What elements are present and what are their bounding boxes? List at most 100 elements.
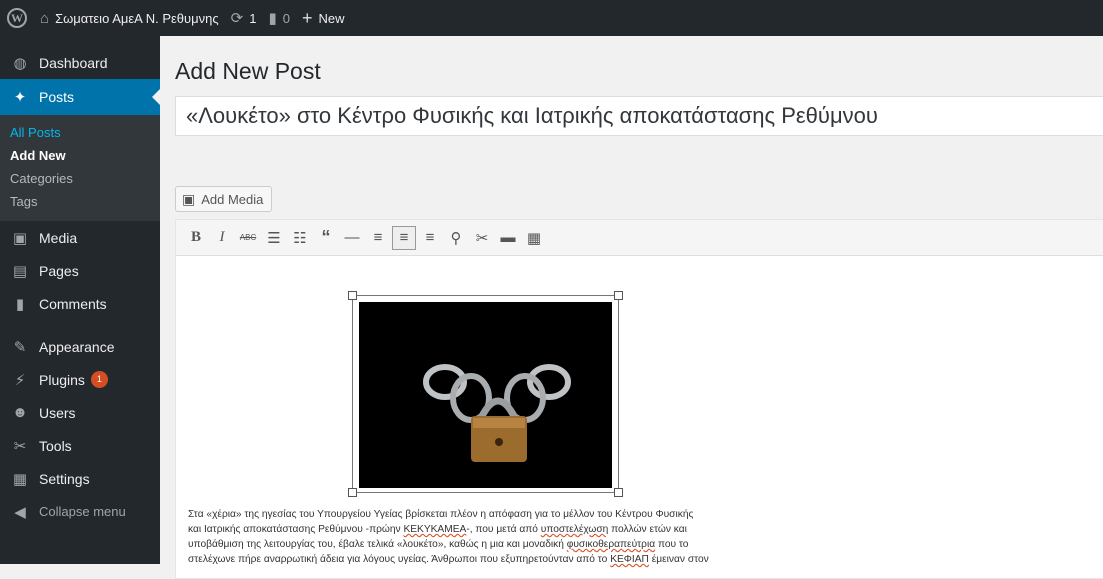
misspelled-word: ΚΕΚΥΚΑΜΕΑ <box>403 524 467 535</box>
pages-icon: ▤ <box>12 262 28 280</box>
wordpress-logo-icon[interactable]: W <box>0 0 34 36</box>
sidebar-item-dashboard[interactable]: ◍ Dashboard <box>0 46 160 79</box>
resize-handle[interactable] <box>348 291 357 300</box>
sidebar-item-label: Pages <box>39 262 79 279</box>
sidebar-item-label: Tools <box>39 437 72 454</box>
collapse-label: Collapse menu <box>39 504 126 519</box>
page-title: Add New Post <box>175 58 321 84</box>
strikethrough-button[interactable]: ABC <box>236 226 260 250</box>
text-run: -, που μετά από <box>466 524 541 535</box>
resize-handle[interactable] <box>614 291 623 300</box>
text-run: υποβάθμιση της λειτουργίας του, έβαλε τε… <box>188 539 567 550</box>
submenu-tags[interactable]: Tags <box>0 190 160 213</box>
admin-sidebar: ◍ Dashboard ✦ Posts All Posts Add New Cate… <box>0 36 160 564</box>
sidebar-item-posts[interactable]: ✦ Posts <box>0 79 160 115</box>
site-name: Σωματειο ΑμεΑ Ν. Ρεθυμνης <box>55 10 219 26</box>
padlock-chain-image <box>359 302 612 488</box>
align-left-button[interactable]: ≡ <box>366 226 390 250</box>
main-content: Add New Post «Λουκέτο» στο Κέντρο Φυσική… <box>160 36 1103 579</box>
sidebar-item-label: Comments <box>39 295 107 312</box>
align-right-button[interactable]: ≡ <box>418 226 442 250</box>
sidebar-item-tools[interactable]: ✂ Tools <box>0 429 160 462</box>
new-content-link[interactable]: + New <box>296 0 351 36</box>
sidebar-item-media[interactable]: ▣ Media <box>0 221 160 254</box>
comments-link[interactable]: ▮ 0 <box>262 0 296 36</box>
bulleted-list-button[interactable]: ☰ <box>262 226 286 250</box>
toolbar-toggle-button[interactable]: ▦ <box>522 226 546 250</box>
sidebar-item-plugins[interactable]: ⚡ Plugins 1 <box>0 363 160 396</box>
sidebar-item-label: Appearance <box>39 338 115 355</box>
sidebar-item-label: Settings <box>39 470 90 487</box>
updates-count: 1 <box>249 10 257 26</box>
sidebar-item-label: Posts <box>39 89 75 105</box>
selected-image[interactable] <box>348 291 623 497</box>
read-more-button[interactable]: ▬ <box>496 226 520 250</box>
plus-icon: + <box>301 7 313 28</box>
horizontal-line-button[interactable]: — <box>340 226 364 250</box>
admin-bar: W ⌂ Σωματειο ΑμεΑ Ν. Ρεθυμνης ⟳ 1 ▮ 0 + … <box>0 0 1103 36</box>
media-icon: ▣ <box>12 229 28 247</box>
updates-link[interactable]: ⟳ 1 <box>225 0 263 36</box>
sidebar-item-label: Media <box>39 229 78 246</box>
settings-icon: ▦ <box>12 470 28 488</box>
plug-icon: ⚡ <box>14 371 26 389</box>
sidebar-item-settings[interactable]: ▦ Settings <box>0 462 160 495</box>
bold-button[interactable]: B <box>184 226 208 250</box>
post-title-input[interactable]: «Λουκέτο» στο Κέντρο Φυσικής και Ιατρική… <box>175 96 1103 136</box>
text-run: πολλών ετών και <box>608 524 687 535</box>
submenu-all-posts[interactable]: All Posts <box>0 121 160 144</box>
sidebar-item-label: Users <box>39 404 76 421</box>
sidebar-item-users[interactable]: ☻ Users <box>0 396 160 429</box>
body-line: και Ιατρικής αποκατάστασης Ρεθύμνου -πρώ… <box>188 522 828 537</box>
resize-handle[interactable] <box>348 488 357 497</box>
body-line: Στα «χέρια» της ηγεσίας του Υπουργείου Υ… <box>188 509 694 520</box>
collapse-arrow-icon: ◀ <box>14 503 26 521</box>
submenu-add-new[interactable]: Add New <box>0 144 160 167</box>
editor-toolbar: B I ABC ☰ ☷ “ — ≡ ≡ ≡ ⚲ ✂ ▬ ▦ <box>176 220 1103 256</box>
text-run: στελέχωνε πήρε αναρρωτική άδεια για λόγο… <box>188 554 611 565</box>
align-center-button[interactable]: ≡ <box>392 225 416 250</box>
text-run: έμειναν στον <box>648 554 709 565</box>
new-label: New <box>318 10 345 26</box>
text-run: και Ιατρικής αποκατάστασης Ρεθύμνου -πρώ… <box>188 524 404 535</box>
remove-link-button[interactable]: ✂ <box>470 226 494 250</box>
misspelled-word: υποστελέχωση <box>540 524 609 535</box>
sidebar-item-label: Dashboard <box>39 54 108 71</box>
numbered-list-button[interactable]: ☷ <box>288 226 312 250</box>
sidebar-item-pages[interactable]: ▤ Pages <box>0 254 160 287</box>
comment-bubble-icon: ▮ <box>268 10 277 27</box>
body-line: στελέχωνε πήρε αναρρωτική άδεια για λόγο… <box>188 552 828 567</box>
insert-link-button[interactable]: ⚲ <box>444 226 468 250</box>
site-name-link[interactable]: ⌂ Σωματειο ΑμεΑ Ν. Ρεθυμνης <box>34 0 225 36</box>
pushpin-icon: ✦ <box>13 89 27 106</box>
comments-count: 0 <box>282 10 290 26</box>
wrench-icon: ✂ <box>13 437 27 455</box>
sidebar-item-comments[interactable]: ▮ Comments <box>0 287 160 320</box>
add-media-label: Add Media <box>201 191 264 207</box>
updates-icon: ⟳ <box>230 10 244 27</box>
misspelled-word: ΚΕΦΙΑΠ <box>610 554 649 565</box>
misspelled-word: φυσικοθεραπεύτρια <box>566 539 656 550</box>
add-media-button[interactable]: ▣ Add Media <box>175 186 273 212</box>
post-title-value: «Λουκέτο» στο Κέντρο Φυσικής και Ιατρική… <box>186 103 878 128</box>
home-icon: ⌂ <box>40 9 50 27</box>
brush-icon: ✎ <box>13 338 27 356</box>
posts-submenu: All Posts Add New Categories Tags <box>0 115 160 221</box>
media-icon: ▣ <box>182 190 196 207</box>
plugins-update-badge: 1 <box>90 371 108 388</box>
sidebar-item-label: Plugins <box>39 371 85 388</box>
sidebar-item-appearance[interactable]: ✎ Appearance <box>0 330 160 363</box>
editor-content[interactable]: Στα «χέρια» της ηγεσίας του Υπουργείου Υ… <box>176 256 1103 576</box>
users-icon: ☻ <box>12 404 28 421</box>
italic-button[interactable]: I <box>210 226 234 250</box>
post-body-text: Στα «χέρια» της ηγεσίας του Υπουργείου Υ… <box>188 507 828 567</box>
comment-icon: ▮ <box>15 295 25 313</box>
collapse-menu-button[interactable]: ◀ Collapse menu <box>0 495 160 528</box>
blockquote-button[interactable]: “ <box>314 226 338 250</box>
text-run: που το <box>655 539 689 550</box>
post-editor: B I ABC ☰ ☷ “ — ≡ ≡ ≡ ⚲ ✂ ▬ ▦ Στα «χέρια… <box>175 219 1103 579</box>
dashboard-icon: ◍ <box>13 54 27 72</box>
resize-handle[interactable] <box>614 488 623 497</box>
body-line: υποβάθμιση της λειτουργίας του, έβαλε τε… <box>188 537 828 552</box>
submenu-categories[interactable]: Categories <box>0 167 160 190</box>
